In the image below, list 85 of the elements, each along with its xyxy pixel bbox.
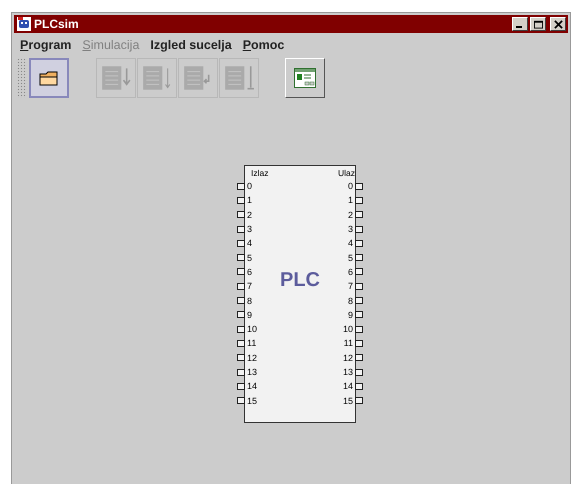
- minimize-icon: [516, 26, 522, 28]
- pin-number: 2: [346, 210, 354, 220]
- robot-icon: [16, 16, 32, 32]
- pin-number: 6: [346, 266, 354, 277]
- pin-number: 4: [246, 238, 254, 248]
- pin-number: 6: [246, 266, 254, 277]
- pin-number: 15: [342, 396, 354, 406]
- input-pin[interactable]: [355, 240, 363, 247]
- output-pin[interactable]: [237, 326, 245, 333]
- minimize-button[interactable]: [512, 17, 528, 31]
- pin-number: 11: [342, 338, 354, 348]
- pin-number: 10: [246, 324, 258, 334]
- output-pin[interactable]: [237, 368, 245, 376]
- output-pin[interactable]: [237, 240, 245, 247]
- maximize-icon: [532, 20, 544, 28]
- pin-number: 0: [246, 181, 254, 192]
- pin-number: 11: [246, 338, 258, 348]
- pin-number: 7: [246, 281, 254, 292]
- input-pin[interactable]: [355, 354, 363, 362]
- output-pin[interactable]: [237, 397, 245, 404]
- output-pin[interactable]: [237, 354, 245, 362]
- output-pin[interactable]: [237, 182, 245, 190]
- output-pin[interactable]: [237, 211, 245, 218]
- pin-number: 8: [346, 296, 354, 306]
- pin-number: 0: [346, 181, 354, 192]
- open-button[interactable]: [29, 58, 69, 98]
- output-pin[interactable]: [237, 297, 245, 304]
- pin-number: 10: [342, 324, 354, 334]
- pin-number: 3: [346, 224, 354, 234]
- input-pin[interactable]: [355, 326, 363, 333]
- maximize-button[interactable]: [530, 17, 546, 31]
- document-step-icon: [100, 64, 132, 92]
- pin-number: 12: [246, 352, 258, 363]
- close-icon: [552, 20, 564, 28]
- plc-label: PLC: [280, 269, 320, 292]
- output-pin[interactable]: [237, 226, 245, 233]
- input-pin[interactable]: [355, 397, 363, 404]
- output-pin[interactable]: [237, 196, 245, 204]
- input-pin[interactable]: [355, 196, 363, 204]
- input-pin[interactable]: [355, 340, 363, 347]
- menu-item[interactable]: Izgled sucelja: [150, 38, 232, 52]
- input-pin[interactable]: [355, 282, 363, 290]
- pin-number: 5: [246, 252, 254, 263]
- input-pin[interactable]: [355, 211, 363, 218]
- window-icon: [293, 66, 317, 90]
- input-pin[interactable]: [355, 226, 363, 233]
- pin-number: 5: [346, 252, 354, 263]
- pin-number: 7: [346, 281, 354, 292]
- pin-number: 8: [246, 296, 254, 306]
- panel-button[interactable]: [285, 58, 325, 98]
- output-pin[interactable]: [237, 340, 245, 347]
- pin-number: 1: [346, 195, 354, 206]
- input-pin[interactable]: [355, 182, 363, 190]
- input-pin[interactable]: [355, 297, 363, 304]
- input-pin[interactable]: [355, 311, 363, 318]
- pin-number: 2: [246, 210, 254, 220]
- input-pin[interactable]: [355, 268, 363, 276]
- output-pin[interactable]: [237, 311, 245, 318]
- pin-number: 9: [346, 310, 354, 320]
- pin-number: 3: [246, 224, 254, 234]
- output-label: Izlaz: [251, 168, 268, 179]
- menu-item[interactable]: Pomoc: [242, 38, 284, 52]
- document-run-icon: [141, 64, 173, 92]
- pin-number: 13: [342, 367, 354, 377]
- document-stop-icon: [223, 64, 255, 92]
- close-button[interactable]: [550, 17, 566, 31]
- input-pin[interactable]: [355, 382, 363, 390]
- output-pin[interactable]: [237, 282, 245, 290]
- pin-number: 13: [246, 367, 258, 377]
- pin-number: 14: [342, 381, 354, 392]
- pin-number: 9: [246, 310, 254, 320]
- pin-number: 14: [246, 381, 258, 392]
- menu-item[interactable]: Program: [20, 38, 72, 52]
- input-pin[interactable]: [355, 254, 363, 262]
- pin-number: 1: [246, 195, 254, 206]
- input-pin[interactable]: [355, 368, 363, 376]
- pin-number: 12: [342, 352, 354, 363]
- pin-number: 4: [346, 238, 354, 248]
- pin-number: 15: [246, 396, 258, 406]
- output-pin[interactable]: [237, 382, 245, 390]
- output-pin[interactable]: [237, 268, 245, 276]
- output-pin[interactable]: [237, 254, 245, 262]
- window-title: PLCsim: [34, 17, 79, 31]
- input-label: Ulaz: [338, 168, 355, 179]
- toolbar-grip[interactable]: [17, 58, 27, 98]
